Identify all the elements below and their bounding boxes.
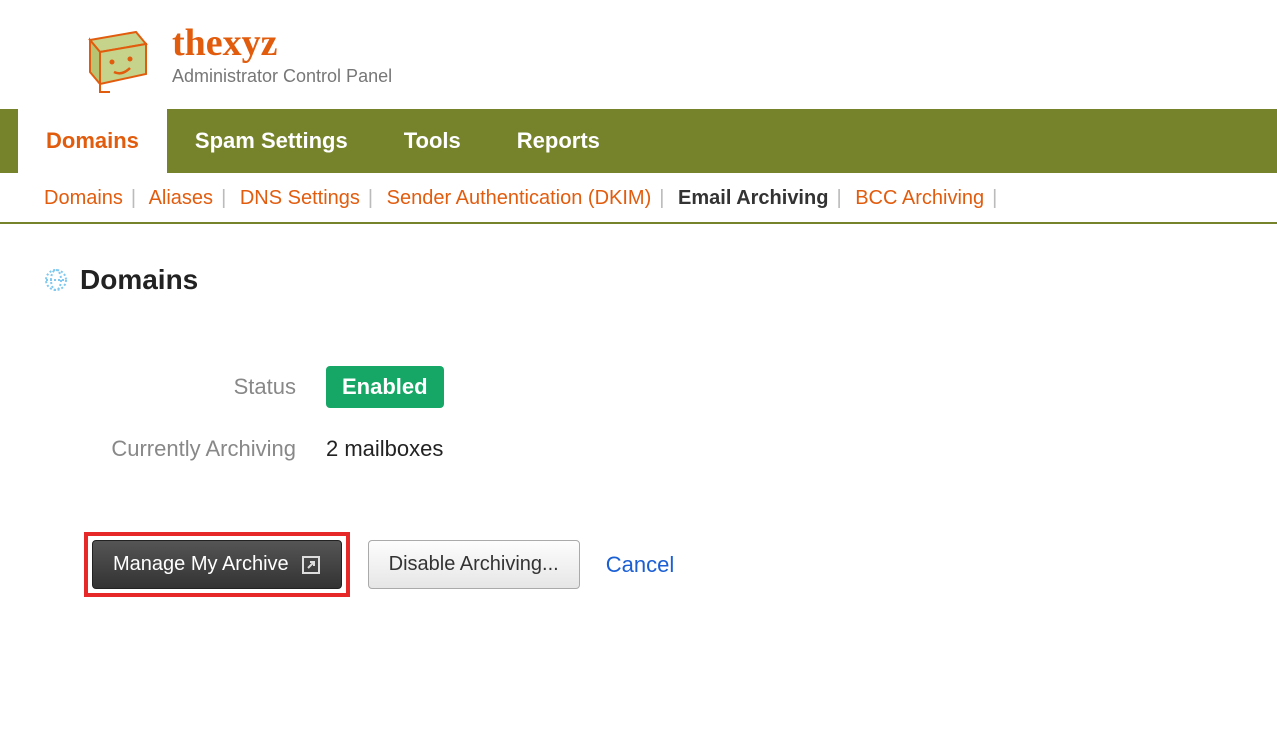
content: Domains Status Enabled Currently Archivi…: [0, 224, 1277, 597]
subnav-domains[interactable]: Domains: [44, 187, 123, 209]
subnav-sender-authentication[interactable]: Sender Authentication (DKIM): [387, 187, 652, 209]
nav-tab-tools[interactable]: Tools: [376, 109, 489, 173]
currently-archiving-value: 2 mailboxes: [326, 436, 443, 462]
popout-icon: [301, 555, 321, 575]
highlight-box: Manage My Archive: [84, 532, 350, 597]
cancel-link[interactable]: Cancel: [606, 552, 674, 578]
manage-my-archive-button[interactable]: Manage My Archive: [92, 540, 342, 589]
nav-tab-spam-settings[interactable]: Spam Settings: [167, 109, 376, 173]
status-label: Status: [66, 374, 326, 400]
nav-tab-reports[interactable]: Reports: [489, 109, 628, 173]
nav-tab-domains[interactable]: Domains: [18, 109, 167, 173]
action-row: Manage My Archive Disable Archiving... C…: [84, 532, 1277, 597]
globe-icon: [44, 268, 68, 292]
status-badge: Enabled: [326, 366, 444, 408]
disable-archiving-button[interactable]: Disable Archiving...: [368, 540, 580, 589]
page-title: Domains: [80, 264, 198, 296]
subnav-dns-settings[interactable]: DNS Settings: [240, 187, 360, 209]
header: thexyz Administrator Control Panel: [0, 0, 1277, 109]
sub-nav: Domains| Aliases| DNS Settings| Sender A…: [0, 173, 1277, 224]
brand-subtitle: Administrator Control Panel: [172, 66, 392, 87]
subnav-aliases[interactable]: Aliases: [149, 187, 213, 209]
manage-my-archive-label: Manage My Archive: [113, 553, 289, 576]
subnav-email-archiving[interactable]: Email Archiving: [678, 187, 828, 209]
subnav-bcc-archiving[interactable]: BCC Archiving: [855, 187, 984, 209]
brand-logo-icon: [80, 18, 160, 93]
brand-name: thexyz: [172, 24, 392, 62]
currently-archiving-label: Currently Archiving: [66, 436, 326, 462]
main-nav: Domains Spam Settings Tools Reports: [0, 109, 1277, 173]
